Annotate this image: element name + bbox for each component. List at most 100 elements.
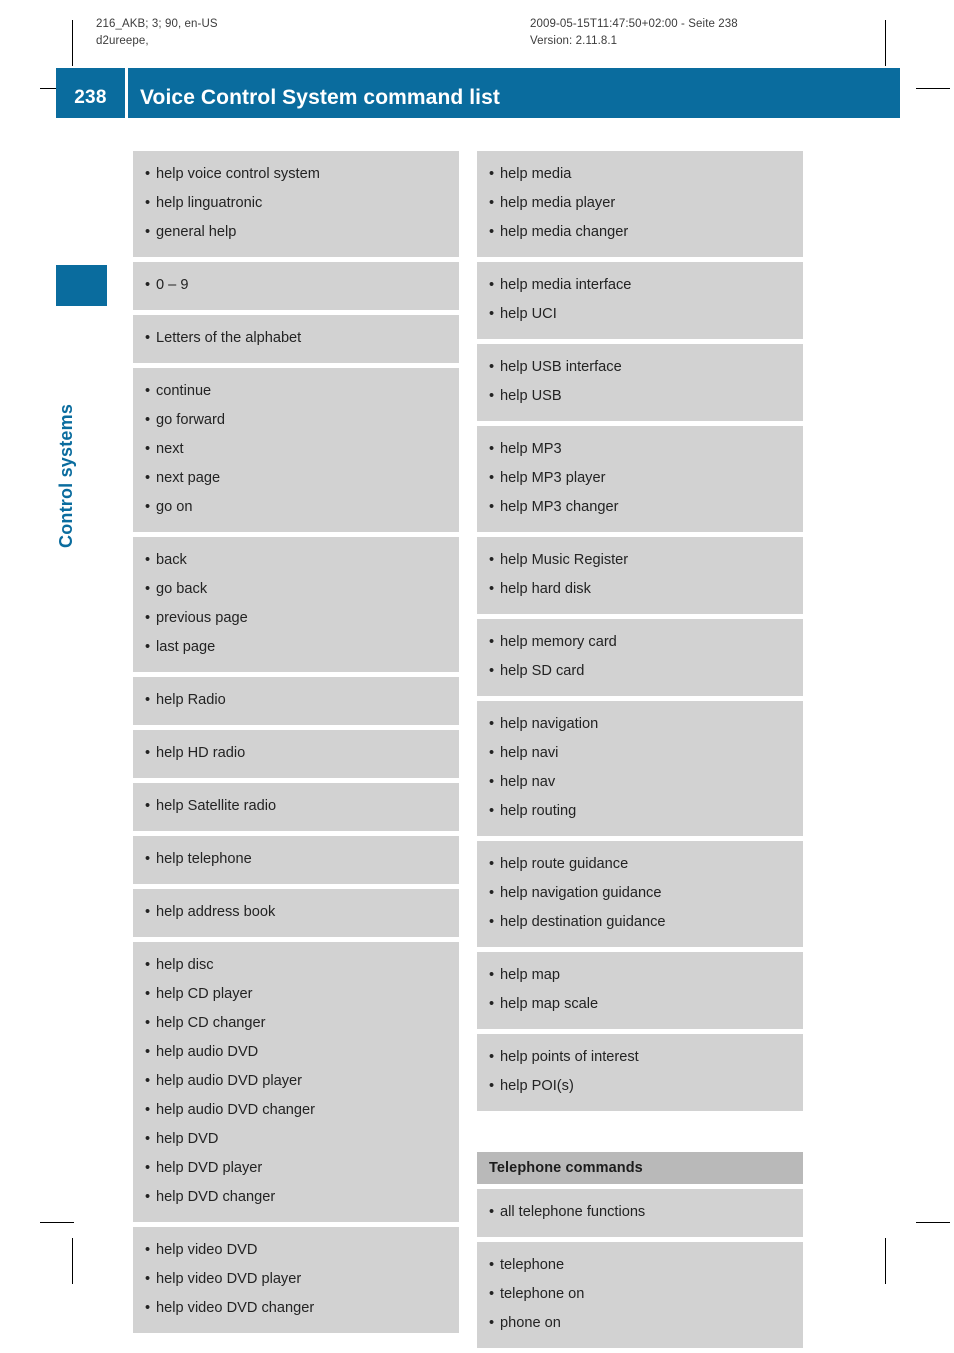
- command-item: • help map: [477, 961, 803, 990]
- bullet-icon: •: [145, 904, 151, 920]
- crop-mark-bottom-right: [916, 1222, 950, 1223]
- chapter-tab-marker: [56, 265, 107, 306]
- command-item: • help media player: [477, 189, 803, 218]
- command-item-label: help disc: [156, 957, 214, 973]
- command-group: • help USB interface • help USB: [477, 344, 803, 421]
- command-item-label: help media player: [500, 195, 616, 211]
- command-item: • phone on: [477, 1309, 803, 1338]
- bullet-icon: •: [145, 499, 151, 515]
- bullet-icon: •: [489, 552, 495, 568]
- crop-mark-bottom-left: [40, 1222, 74, 1223]
- bullet-icon: •: [489, 1257, 495, 1273]
- bullet-icon: •: [145, 1189, 151, 1205]
- command-group: • help disc • help CD player • help CD change…: [133, 942, 459, 1222]
- command-item: • help telephone: [133, 845, 459, 874]
- bullet-icon: •: [489, 774, 495, 790]
- bullet-icon: •: [489, 996, 495, 1012]
- command-group: • help video DVD • help video DVD player • he…: [133, 1227, 459, 1333]
- command-item: • help SD card: [477, 657, 803, 686]
- bullet-icon: •: [489, 277, 495, 293]
- command-item-label: go on: [156, 499, 193, 515]
- bullet-icon: •: [489, 1286, 495, 1302]
- command-item-label: help video DVD changer: [156, 1300, 315, 1316]
- command-item-label: help navigation guidance: [500, 885, 662, 901]
- bullet-icon: •: [489, 1204, 495, 1220]
- command-item-label: all telephone functions: [500, 1204, 646, 1220]
- command-item: • help CD changer: [133, 1009, 459, 1038]
- command-item: • help nav: [477, 768, 803, 797]
- bullet-icon: •: [145, 441, 151, 457]
- command-item-label: help UCI: [500, 306, 557, 322]
- bullet-icon: •: [489, 1078, 495, 1094]
- command-item: • help routing: [477, 797, 803, 826]
- command-item-label: help video DVD: [156, 1242, 258, 1258]
- command-item-label: previous page: [156, 610, 248, 626]
- command-item-label: help destination guidance: [500, 914, 666, 930]
- bullet-icon: •: [145, 1242, 151, 1258]
- command-item: • help DVD changer: [133, 1183, 459, 1212]
- command-item-label: help MP3 changer: [500, 499, 619, 515]
- bullet-icon: •: [145, 1300, 151, 1316]
- command-item: • help destination guidance: [477, 908, 803, 937]
- command-item: • help Radio: [133, 686, 459, 715]
- command-item: • help navi: [477, 739, 803, 768]
- command-item: • back: [133, 546, 459, 575]
- command-item: • help audio DVD changer: [133, 1096, 459, 1125]
- bullet-icon: •: [489, 634, 495, 650]
- command-group: • help media • help media player • help media…: [477, 151, 803, 257]
- command-item-label: help map scale: [500, 996, 599, 1012]
- command-item-label: help points of interest: [500, 1049, 639, 1065]
- crop-mark-right-top: [885, 20, 886, 66]
- command-item-label: help media interface: [500, 277, 632, 293]
- command-item-label: general help: [156, 224, 237, 240]
- print-meta-right-line2: Version: 2.11.8.1: [530, 35, 618, 47]
- command-item-label: help DVD changer: [156, 1189, 276, 1205]
- bullet-icon: •: [145, 798, 151, 814]
- command-item: • continue: [133, 377, 459, 406]
- crop-mark-top-right: [916, 88, 950, 89]
- print-meta-right: 2009-05-15T11:47:50+02:00 - Seite 238 Ve…: [530, 16, 738, 50]
- bullet-icon: •: [145, 1015, 151, 1031]
- command-item-label: help USB: [500, 388, 562, 404]
- crop-mark-left-bottom: [72, 1238, 73, 1284]
- command-item: • last page: [133, 633, 459, 662]
- command-item: • 0 – 9: [133, 271, 459, 300]
- bullet-icon: •: [145, 957, 151, 973]
- command-item: • help linguatronic: [133, 189, 459, 218]
- command-item: • help video DVD changer: [133, 1294, 459, 1323]
- command-item: • help DVD player: [133, 1154, 459, 1183]
- command-item: • help MP3 player: [477, 464, 803, 493]
- command-item: • help map scale: [477, 990, 803, 1019]
- command-item-label: help address book: [156, 904, 276, 920]
- command-item-label: help nav: [500, 774, 556, 790]
- page-title: Voice Control System command list: [140, 86, 500, 109]
- bullet-icon: •: [489, 441, 495, 457]
- command-item: • help route guidance: [477, 850, 803, 879]
- command-item-label: help POI(s): [500, 1078, 574, 1094]
- bullet-icon: •: [489, 470, 495, 486]
- command-item-label: telephone: [500, 1257, 565, 1273]
- bullet-icon: •: [489, 745, 495, 761]
- command-item-label: help routing: [500, 803, 577, 819]
- bullet-icon: •: [145, 1131, 151, 1147]
- bullet-icon: •: [489, 856, 495, 872]
- print-meta-left-line2: d2ureepe,: [96, 35, 149, 47]
- command-item-label: last page: [156, 639, 216, 655]
- command-item-label: help Radio: [156, 692, 226, 708]
- bullet-icon: •: [489, 803, 495, 819]
- bullet-icon: •: [145, 224, 151, 240]
- command-item-label: next: [156, 441, 184, 457]
- command-item: • help media: [477, 160, 803, 189]
- command-group: • help Music Register • help hard disk: [477, 537, 803, 614]
- bullet-icon: •: [145, 692, 151, 708]
- bullet-icon: •: [489, 914, 495, 930]
- command-item-label: help DVD player: [156, 1160, 263, 1176]
- bullet-icon: •: [145, 277, 151, 293]
- bullet-icon: •: [145, 1160, 151, 1176]
- command-group: • help Radio: [133, 677, 459, 725]
- command-item: • telephone: [477, 1251, 803, 1280]
- command-item: • help audio DVD: [133, 1038, 459, 1067]
- bullet-icon: •: [489, 306, 495, 322]
- command-group: • help HD radio: [133, 730, 459, 778]
- header-divider: [125, 68, 128, 118]
